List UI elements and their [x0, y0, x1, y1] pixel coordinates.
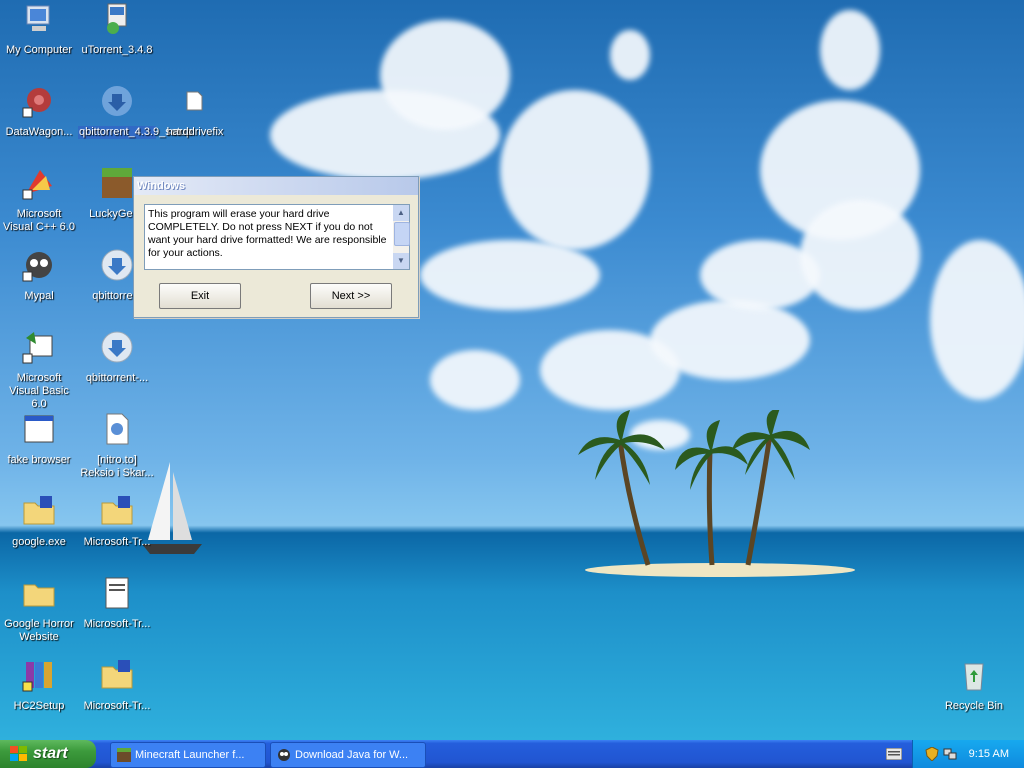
palm-trees: [578, 410, 810, 566]
network-shortcut-icon: [22, 88, 51, 118]
icon-label: Google Horror Website: [4, 618, 74, 643]
dialog-title[interactable]: Windows: [134, 177, 418, 195]
browser-icon: [278, 749, 290, 761]
qbittorrent-setup-icon: [102, 86, 132, 116]
icon-microsoft-tr-3[interactable]: Microsoft-Tr...: [78, 658, 156, 713]
network-icon[interactable]: [943, 747, 957, 761]
icon-label: uTorrent_3.4.8: [81, 44, 153, 56]
winrar-icon: [22, 662, 52, 692]
qbittorrent-icon: [101, 249, 133, 281]
icon-recycle-bin[interactable]: Recycle Bin: [935, 658, 1013, 713]
task-download-java[interactable]: Download Java for W...: [270, 742, 426, 768]
icon-label: DataWagon...: [5, 126, 73, 138]
window-app-icon: [24, 415, 54, 443]
icon-label: My Computer: [5, 44, 73, 56]
visual-basic-icon: [22, 332, 53, 364]
task-minecraft-launcher[interactable]: Minecraft Launcher f...: [110, 742, 266, 768]
icon-label: fake browser: [7, 454, 71, 466]
icon-google-horror[interactable]: Google Horror Website: [0, 576, 78, 644]
cloud: [420, 240, 600, 310]
task-label: Minecraft Launcher f...: [135, 749, 245, 761]
zip-folder-icon: [101, 496, 133, 525]
scroll-down-icon[interactable]: ▼: [393, 253, 409, 269]
scroll-thumb[interactable]: [394, 222, 410, 246]
icon-my-computer[interactable]: My Computer: [0, 2, 78, 57]
taskbar: start Minecraft Launcher f... Download J…: [0, 740, 1024, 768]
icon-label: Microsoft-Tr...: [83, 700, 151, 712]
icon-label: Microsoft-Tr...: [83, 536, 151, 548]
zip-folder-icon: [23, 496, 55, 525]
icon-label: Microsoft-Tr...: [83, 618, 151, 630]
system-tray: 9:15 AM: [912, 740, 1024, 768]
my-computer-icon: [26, 5, 50, 31]
message-scrollbar[interactable]: ▲ ▼: [393, 205, 410, 269]
clock[interactable]: 9:15 AM: [969, 740, 1009, 768]
icon-fake-browser[interactable]: fake browser: [0, 412, 78, 467]
minecraft-block-icon: [102, 168, 132, 198]
document-icon: [106, 413, 129, 445]
warning-dialog[interactable]: Windows This program will erase your har…: [133, 176, 419, 318]
icon-qbittorrent-setup[interactable]: qbittorrent_4.3.9_setup: [78, 84, 193, 139]
security-shield-icon[interactable]: [925, 747, 939, 761]
cloud: [380, 20, 510, 130]
icon-label: HC2Setup: [13, 700, 65, 712]
mypal-browser-icon: [22, 252, 52, 282]
cloud: [930, 240, 1024, 400]
cloud: [800, 200, 920, 310]
windows-logo-icon: [10, 746, 27, 761]
message-box[interactable]: This program will erase your hard drive …: [144, 204, 410, 270]
icon-label: Mypal: [24, 290, 54, 302]
exit-button[interactable]: Exit: [159, 283, 241, 309]
icon-label: google.exe: [12, 536, 66, 548]
icon-label: Microsoft Visual Basic 6.0: [9, 372, 69, 410]
icon-visual-basic[interactable]: Microsoft Visual Basic 6.0: [0, 330, 78, 411]
keyboard-icon[interactable]: [886, 748, 902, 760]
icon-nitro-reksio[interactable]: [nitro.to] Reksio i Skar...: [78, 412, 156, 480]
icon-hc2setup[interactable]: HC2Setup: [0, 658, 78, 713]
icon-label: qbittorrent-...: [85, 372, 149, 384]
folder-icon: [23, 584, 55, 607]
icon-microsoft-tr-2[interactable]: Microsoft-Tr...: [78, 576, 156, 631]
icon-mypal[interactable]: Mypal: [0, 248, 78, 303]
icon-label: harddrivefix: [166, 126, 224, 138]
visual-cpp-icon: [22, 170, 52, 200]
icon-microsoft-tr-1[interactable]: Microsoft-Tr...: [78, 494, 156, 549]
cloud: [650, 300, 810, 380]
icon-google-exe[interactable]: google.exe: [0, 494, 78, 549]
icon-label: [nitro.to] Reksio i Skar...: [80, 454, 154, 479]
icon-label: Recycle Bin: [944, 700, 1004, 712]
message-text: This program will erase your hard drive …: [148, 208, 387, 259]
icon-label: Microsoft Visual C++ 6.0: [3, 208, 75, 233]
text-file-icon: [105, 577, 129, 609]
start-button[interactable]: start: [0, 740, 96, 768]
folder-icon: [186, 91, 203, 111]
minecraft-icon: [117, 748, 131, 762]
cloud: [430, 350, 520, 410]
icon-visual-cpp[interactable]: Microsoft Visual C++ 6.0: [0, 166, 78, 234]
desktop[interactable]: My Computer uTorrent_3.4.8 DataWagon... …: [0, 0, 1024, 740]
icon-datawagon[interactable]: DataWagon...: [0, 84, 78, 139]
icon-harddrivefix[interactable]: harddrivefix: [156, 84, 234, 139]
icon-qbittorrent-2[interactable]: qbittorrent-...: [78, 330, 156, 385]
installer-icon: [107, 3, 127, 34]
start-label: start: [33, 745, 68, 762]
cloud: [500, 90, 650, 250]
qbittorrent-icon: [101, 331, 133, 363]
cloud: [610, 30, 650, 80]
recycle-bin-icon: [964, 663, 984, 691]
next-button[interactable]: Next >>: [310, 283, 392, 309]
cloud: [820, 10, 880, 90]
icon-label: qbittorrent_4.3.9_setup: [78, 126, 193, 139]
task-label: Download Java for W...: [295, 749, 409, 761]
icon-utorrent[interactable]: uTorrent_3.4.8: [78, 2, 156, 57]
zip-folder-icon: [101, 660, 133, 689]
scroll-up-icon[interactable]: ▲: [393, 205, 409, 221]
